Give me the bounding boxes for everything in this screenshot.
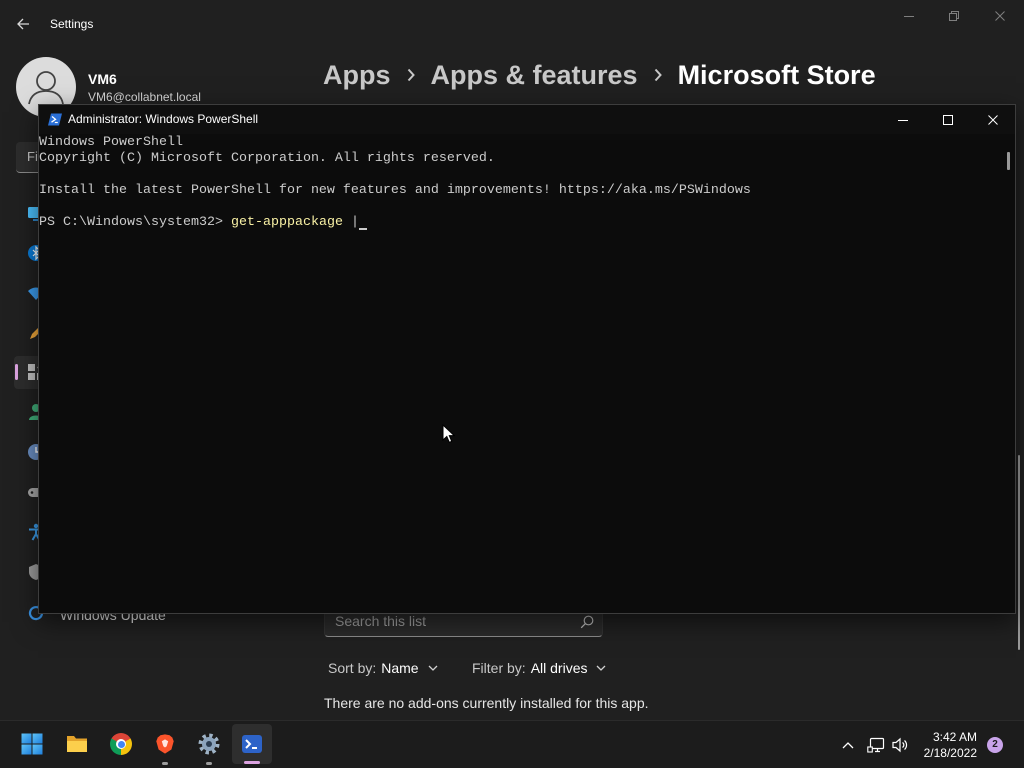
terminal-output[interactable]: Windows PowerShell Copyright (C) Microso… (39, 134, 1015, 613)
brave-icon (156, 734, 174, 754)
notification-badge[interactable]: 2 (987, 737, 1003, 753)
terminal-line: Install the latest PowerShell for new fe… (39, 183, 751, 198)
chrome-button[interactable] (101, 724, 141, 764)
text-cursor (358, 215, 367, 230)
chevron-down-icon (597, 665, 606, 671)
network-button[interactable] (864, 733, 888, 757)
minimize-icon (897, 119, 908, 121)
user-email: VM6@collabnet.local (88, 90, 201, 104)
filter-by-value: All drives (530, 660, 588, 676)
user-name: VM6 (88, 71, 117, 87)
settings-scrollbar[interactable] (1018, 455, 1020, 650)
back-arrow-icon (17, 18, 29, 30)
network-icon (867, 737, 885, 753)
clock-time: 3:42 AM (932, 730, 977, 744)
start-icon (21, 733, 43, 755)
show-hidden-icons-button[interactable] (836, 733, 860, 757)
powershell-taskbar-button[interactable] (232, 724, 272, 764)
empty-state-message: There are no add-ons currently installed… (324, 695, 649, 711)
running-indicator (162, 762, 168, 765)
restore-icon (949, 11, 959, 21)
powershell-titlebar[interactable]: Administrator: Windows PowerShell (39, 105, 1015, 134)
powershell-window[interactable]: Administrator: Windows PowerShell Window… (38, 104, 1016, 614)
settings-taskbar-button[interactable] (189, 724, 229, 764)
selection-indicator (15, 364, 18, 380)
chevron-right-icon (654, 68, 662, 82)
filter-by-label: Filter by: (472, 660, 526, 676)
sort-by-label: Sort by: (328, 660, 377, 676)
powershell-icon (242, 735, 262, 753)
active-app-indicator (244, 761, 260, 764)
close-icon (988, 114, 998, 125)
breadcrumb-item-apps-features[interactable]: Apps & features (431, 57, 638, 93)
terminal-pipe: | (350, 215, 359, 230)
filter-by-dropdown[interactable]: Filter by: All drives (472, 659, 606, 677)
chrome-icon (110, 733, 132, 755)
terminal-input-line[interactable]: PS C:\Windows\system32> get-apppackage | (39, 215, 1015, 231)
powershell-minimize-button[interactable] (880, 105, 925, 134)
close-icon (995, 11, 1005, 21)
minimize-icon (904, 16, 914, 17)
file-explorer-button[interactable] (57, 724, 97, 764)
running-indicator (206, 762, 212, 765)
breadcrumb: Apps Apps & features Microsoft Store (323, 57, 876, 93)
breadcrumb-separator (638, 57, 678, 93)
taskbar: 3:42 AM 2/18/2022 2 (0, 720, 1024, 768)
clock-date: 2/18/2022 (923, 746, 977, 760)
terminal-prompt: PS C:\Windows\system32> (39, 215, 223, 230)
settings-icon (198, 733, 220, 755)
sort-by-value: Name (381, 660, 419, 676)
settings-close-button[interactable] (977, 0, 1023, 32)
breadcrumb-item-apps[interactable]: Apps (323, 57, 391, 93)
breadcrumb-separator (391, 57, 431, 93)
settings-restore-button[interactable] (931, 0, 977, 32)
terminal-line: Windows PowerShell (39, 135, 183, 150)
brave-button[interactable] (145, 724, 185, 764)
sort-by-dropdown[interactable]: Sort by: Name (328, 659, 438, 677)
terminal-scrollbar[interactable] (1007, 152, 1010, 170)
search-icon (580, 615, 594, 629)
powershell-window-title: Administrator: Windows PowerShell (68, 112, 259, 126)
back-button[interactable] (8, 10, 38, 38)
terminal-line: Copyright (C) Microsoft Corporation. All… (39, 151, 495, 166)
chevron-down-icon (428, 665, 438, 671)
maximize-icon (942, 114, 953, 125)
chevron-up-icon (842, 742, 854, 749)
breadcrumb-item-current: Microsoft Store (677, 60, 876, 90)
powershell-maximize-button[interactable] (925, 105, 970, 134)
mouse-pointer-icon (442, 424, 455, 443)
chevron-right-icon (407, 68, 415, 82)
terminal-command: get-apppackage (230, 215, 343, 230)
start-button[interactable] (12, 724, 52, 764)
file-explorer-icon (67, 736, 87, 752)
powershell-close-button[interactable] (971, 105, 1015, 134)
clock[interactable]: 3:42 AM 2/18/2022 (905, 729, 977, 761)
window-title: Settings (50, 17, 94, 31)
powershell-icon (48, 113, 62, 126)
settings-minimize-button[interactable] (886, 0, 932, 32)
